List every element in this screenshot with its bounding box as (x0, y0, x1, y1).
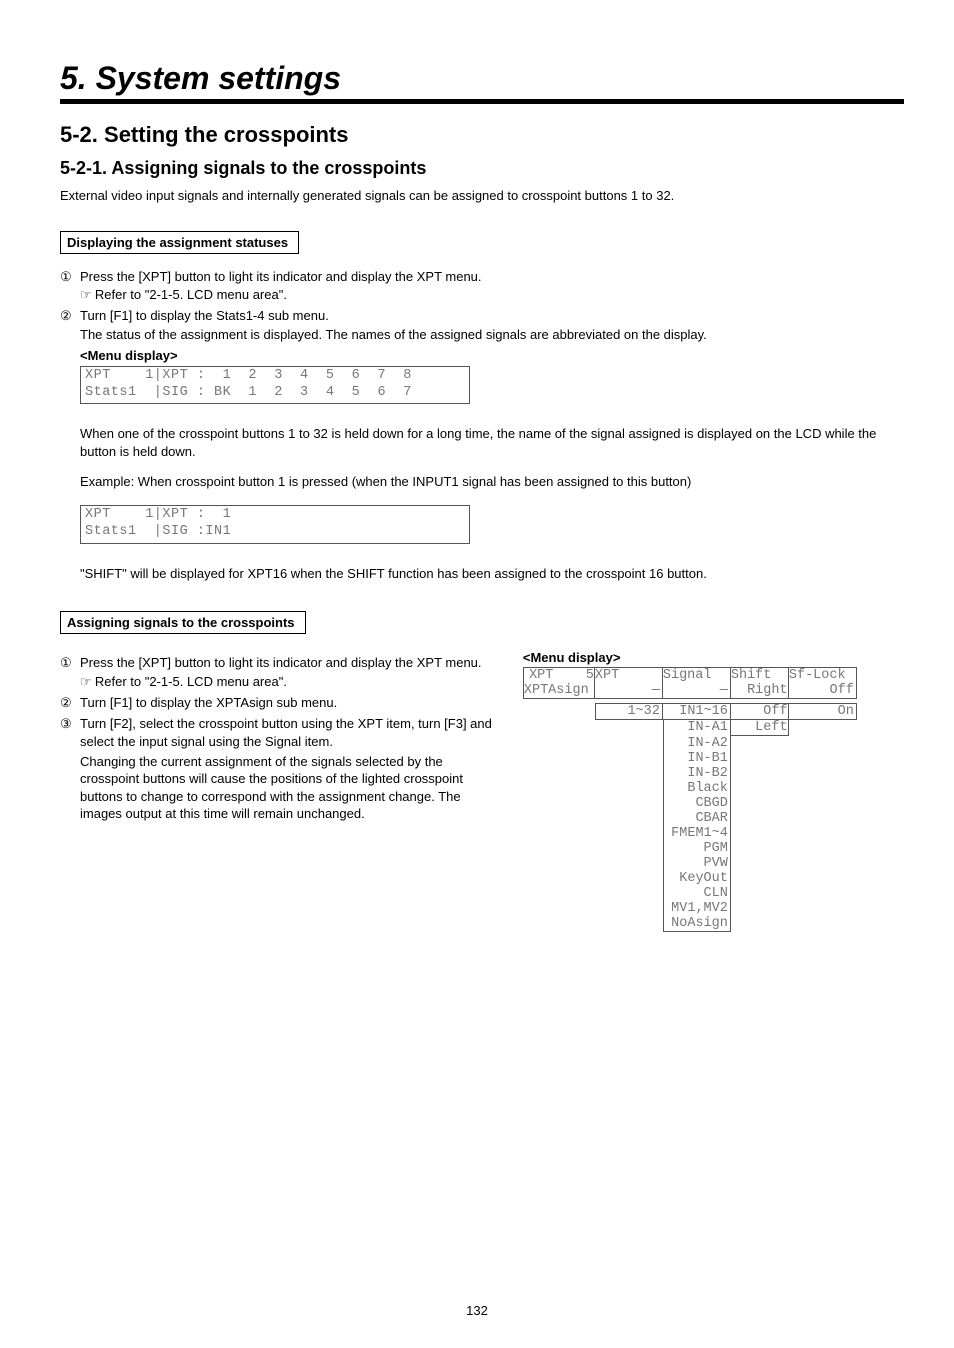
siglist-7: FMEM1~4 (663, 826, 731, 841)
hold-note: When one of the crosspoint buttons 1 to … (80, 425, 904, 460)
hdr2-c3: Right (731, 683, 789, 699)
body-c1: 1~32 (595, 703, 663, 720)
page-number: 132 (0, 1303, 954, 1318)
intro-text: External video input signals and interna… (60, 187, 904, 205)
menu-table: XPT 5 XPT Signal Shift Sf-Lock XPTAsign … (523, 667, 904, 932)
sec-5-2-title: 5-2. Setting the crosspoints (60, 122, 904, 148)
siglist-13: NoAsign (663, 916, 731, 932)
mono-a1: XPT 1|XPT : 1 2 3 4 5 6 7 8 (85, 368, 465, 385)
siglist-11: CLN (663, 886, 731, 901)
mono-a2: Stats1 |SIG : BK 1 2 3 4 5 6 7 (85, 385, 465, 402)
siglist-9: PVW (663, 856, 731, 871)
menu-box-2: XPT 1|XPT : 1 Stats1 |SIG :IN1 (80, 505, 470, 544)
mono-b2: Stats1 |SIG :IN1 (85, 524, 465, 541)
left-step-num-3: ③ (60, 715, 80, 750)
refer-icon-2: ☞ (80, 674, 95, 689)
siglist-12: MV1,MV2 (663, 901, 731, 916)
hdr-c1: XPT (595, 667, 663, 683)
chapter-title: 5. System settings (60, 60, 904, 104)
step-num-2: ② (60, 307, 80, 325)
shift-extra: Left (731, 720, 789, 736)
left-step-num-1: ① (60, 654, 80, 672)
left-step-num-2: ② (60, 694, 80, 712)
siglist-5: CBGD (663, 796, 731, 811)
siglist-8: PGM (663, 841, 731, 856)
siglist-2: IN-B1 (663, 751, 731, 766)
box-display-status: Displaying the assignment statuses (60, 231, 299, 254)
hdr2-c0: XPTAsign (523, 683, 595, 699)
left-step-1: Press the [XPT] button to light its indi… (80, 654, 499, 672)
hdr2-c4: Off (789, 683, 857, 699)
step-1-text: Press the [XPT] button to light its indi… (80, 268, 904, 286)
siglist-6: CBAR (663, 811, 731, 826)
menu-display-head-1: <Menu display> (80, 348, 904, 363)
body-c4: On (789, 703, 857, 720)
box-assign-signals: Assigning signals to the crosspoints (60, 611, 306, 634)
hdr2-c2: — (663, 683, 731, 699)
siglist-3: IN-B2 (663, 766, 731, 781)
siglist-4: Black (663, 781, 731, 796)
siglist-1: IN-A2 (663, 736, 731, 751)
refer-1: Refer to "2-1-5. LCD menu area". (95, 287, 287, 302)
menu-display-head-2: <Menu display> (523, 650, 904, 665)
hdr-c4: Sf-Lock (789, 667, 857, 683)
example-note: Example: When crosspoint button 1 is pre… (80, 473, 904, 491)
siglist-10: KeyOut (663, 871, 731, 886)
mono-b1: XPT 1|XPT : 1 (85, 507, 465, 524)
menu-box-1: XPT 1|XPT : 1 2 3 4 5 6 7 8 Stats1 |SIG … (80, 366, 470, 405)
body-c2: IN1~16 (663, 703, 731, 720)
hdr-c3: Shift (731, 667, 789, 683)
body-c3: Off (731, 703, 789, 720)
hdr-c2: Signal (663, 667, 731, 683)
refer-icon: ☞ (80, 287, 95, 302)
step-num-1: ① (60, 268, 80, 286)
left-step-3b: Changing the current assignment of the s… (80, 753, 499, 823)
step-2-body: The status of the assignment is displaye… (80, 327, 904, 342)
left-step-3: Turn [F2], select the crosspoint button … (80, 715, 499, 750)
hdr2-c1: — (595, 683, 663, 699)
left-step-2: Turn [F1] to display the XPTAsign sub me… (80, 694, 499, 712)
sub-5-2-1-title: 5-2-1. Assigning signals to the crosspoi… (60, 158, 904, 179)
hdr-c0: XPT 5 (523, 667, 595, 683)
siglist-0: IN-A1 (663, 720, 731, 736)
shift-note: "SHIFT" will be displayed for XPT16 when… (80, 565, 904, 583)
step-2-text: Turn [F1] to display the Stats1-4 sub me… (80, 307, 904, 325)
left-refer: Refer to "2-1-5. LCD menu area". (95, 674, 287, 689)
